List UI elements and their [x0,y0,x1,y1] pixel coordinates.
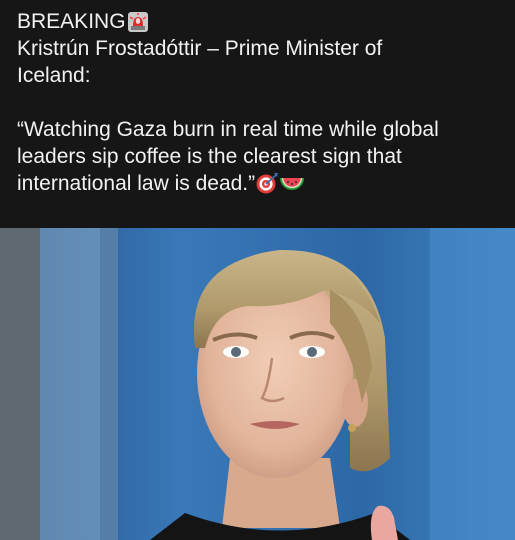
headline-row: BREAKING [17,8,507,35]
quote: “Watching Gaza burn in real time while g… [17,116,507,197]
direct-hit-icon [256,173,279,194]
quote-line-3-text: international law is dead.” [17,172,256,195]
quote-line-3: international law is dead.” [17,170,507,197]
quote-line-1: “Watching Gaza burn in real time while g… [17,118,439,141]
portrait-illustration [0,228,515,540]
portrait-photo [0,228,515,540]
attribution-line-2: Iceland: [17,64,91,87]
breaking-label: BREAKING [17,10,126,33]
watermelon-icon [280,178,305,190]
police-light-icon [127,11,148,32]
post-text: BREAKING Kristrún Frostadóttir – Prime M… [17,8,507,197]
quote-line-2: leaders sip coffee is the clearest sign … [17,145,402,168]
news-post: BREAKING Kristrún Frostadóttir – Prime M… [0,0,515,540]
attribution-line-1: Kristrún Frostadóttir – Prime Minister o… [17,37,383,60]
